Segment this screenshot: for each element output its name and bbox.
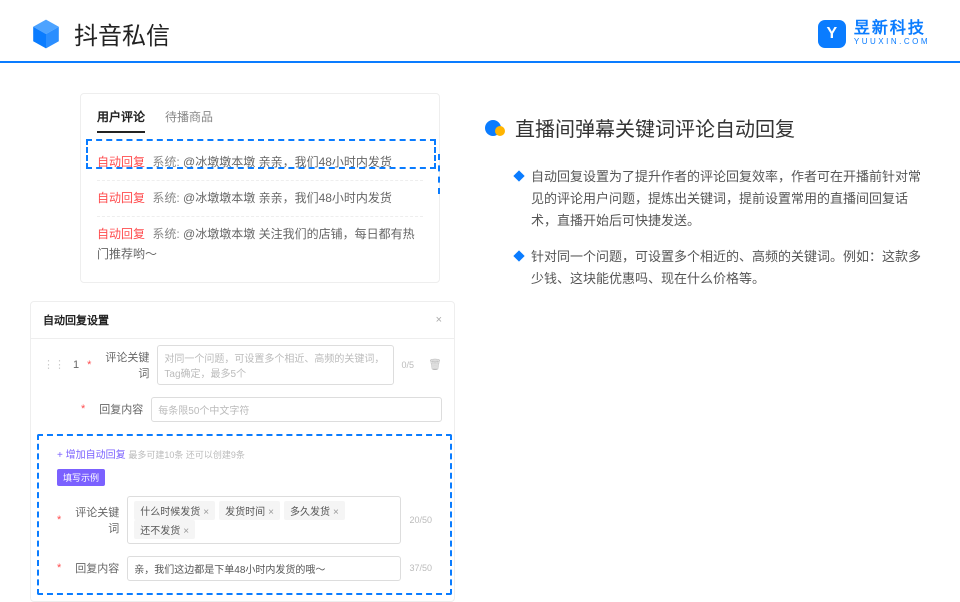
keyword-count: 0/5 xyxy=(402,360,415,370)
auto-reply-tag: 自动回复 xyxy=(97,191,145,205)
logo-cube-icon xyxy=(30,18,62,50)
comment-text: @冰墩墩本墩 亲亲，我们48小时内发货 xyxy=(183,191,392,205)
brand-name: 昱新科技 xyxy=(854,20,930,38)
tag-chip[interactable]: 多久发货 xyxy=(284,501,345,520)
comment-row: 自动回复 系统: @冰墩墩本墩 亲亲，我们48小时内发货 xyxy=(97,181,423,217)
example-content-input[interactable]: 亲，我们这边都是下单48小时内发货的哦～ xyxy=(127,556,401,581)
system-label: 系统: xyxy=(152,191,179,205)
delete-icon[interactable]: 🗑 xyxy=(428,358,442,371)
bullet-item: 自动回复设置为了提升作者的评论回复效率，作者可在开播前针对常见的评论用户问题，提… xyxy=(485,166,930,232)
required-icon: * xyxy=(57,562,61,574)
settings-card: 自动回复设置 × ⋮⋮ 1 * 评论关键词 对同一个问题，可设置多个相近、高频的… xyxy=(30,301,455,602)
tab-pending-products[interactable]: 待播商品 xyxy=(165,108,213,133)
required-icon: * xyxy=(81,403,85,415)
comments-card: 用户评论 待播商品 自动回复 系统: @冰墩墩本墩 亲亲，我们48小时内发货 自… xyxy=(80,93,440,283)
connector-line xyxy=(438,154,440,194)
content-label: 回复内容 xyxy=(93,401,143,417)
highlight-box-2: + 增加自动回复 最多可建10条 还可以创建9条 填写示例 * 评论关键词 什么… xyxy=(37,434,452,595)
keyword-label: 评论关键词 xyxy=(99,349,149,381)
bullet-text: 自动回复设置为了提升作者的评论回复效率，作者可在开播前针对常见的评论用户问题，提… xyxy=(531,166,930,232)
example-keyword-input[interactable]: 什么时候发货发货时间多久发货还不发货 xyxy=(127,496,401,544)
add-auto-reply-link[interactable]: + 增加自动回复 最多可建10条 还可以创建9条 xyxy=(45,442,444,465)
diamond-icon xyxy=(513,251,524,262)
required-icon: * xyxy=(87,359,91,371)
brand-icon: Y xyxy=(818,20,846,48)
tag-chip[interactable]: 还不发货 xyxy=(134,520,195,539)
example-keyword-label: 评论关键词 xyxy=(69,504,119,536)
example-keyword-count: 20/50 xyxy=(409,515,432,525)
diamond-icon xyxy=(513,170,524,181)
page-title: 抖音私信 xyxy=(74,16,170,51)
row-index: 1 xyxy=(73,359,79,371)
bullet-item: 针对同一个问题，可设置多个相近的、高频的关键词。例如：这款多少钱、这块能优惠吗、… xyxy=(485,246,930,290)
example-tag: 填写示例 xyxy=(57,469,105,486)
required-icon: * xyxy=(57,514,61,526)
example-content-label: 回复内容 xyxy=(69,560,119,576)
add-hint: 最多可建10条 还可以创建9条 xyxy=(128,450,245,460)
comment-row: 自动回复 系统: @冰墩墩本墩 关注我们的店铺，每日都有热门推荐哟～ xyxy=(97,217,423,271)
section-title: 直播间弹幕关键词评论自动回复 xyxy=(515,113,795,142)
system-label: 系统: xyxy=(152,227,179,241)
brand-sub: YUUXIN.COM xyxy=(854,38,930,47)
close-icon[interactable]: × xyxy=(436,314,442,326)
drag-icon[interactable]: ⋮⋮ xyxy=(43,358,65,371)
auto-reply-tag: 自动回复 xyxy=(97,227,145,241)
section-icon xyxy=(485,118,505,138)
tab-user-comments[interactable]: 用户评论 xyxy=(97,108,145,133)
bullet-text: 针对同一个问题，可设置多个相近的、高频的关键词。例如：这款多少钱、这块能优惠吗、… xyxy=(531,246,930,290)
highlight-box-1 xyxy=(86,139,436,169)
content-input[interactable]: 每条限50个中文字符 xyxy=(151,397,442,422)
tag-chip[interactable]: 什么时候发货 xyxy=(134,501,215,520)
settings-title: 自动回复设置 xyxy=(43,312,109,328)
keyword-input[interactable]: 对同一个问题，可设置多个相近、高频的关键词，Tag确定，最多5个 xyxy=(157,345,393,385)
example-content-count: 37/50 xyxy=(409,563,432,573)
brand: Y 昱新科技 YUUXIN.COM xyxy=(818,20,930,48)
tag-chip[interactable]: 发货时间 xyxy=(219,501,280,520)
